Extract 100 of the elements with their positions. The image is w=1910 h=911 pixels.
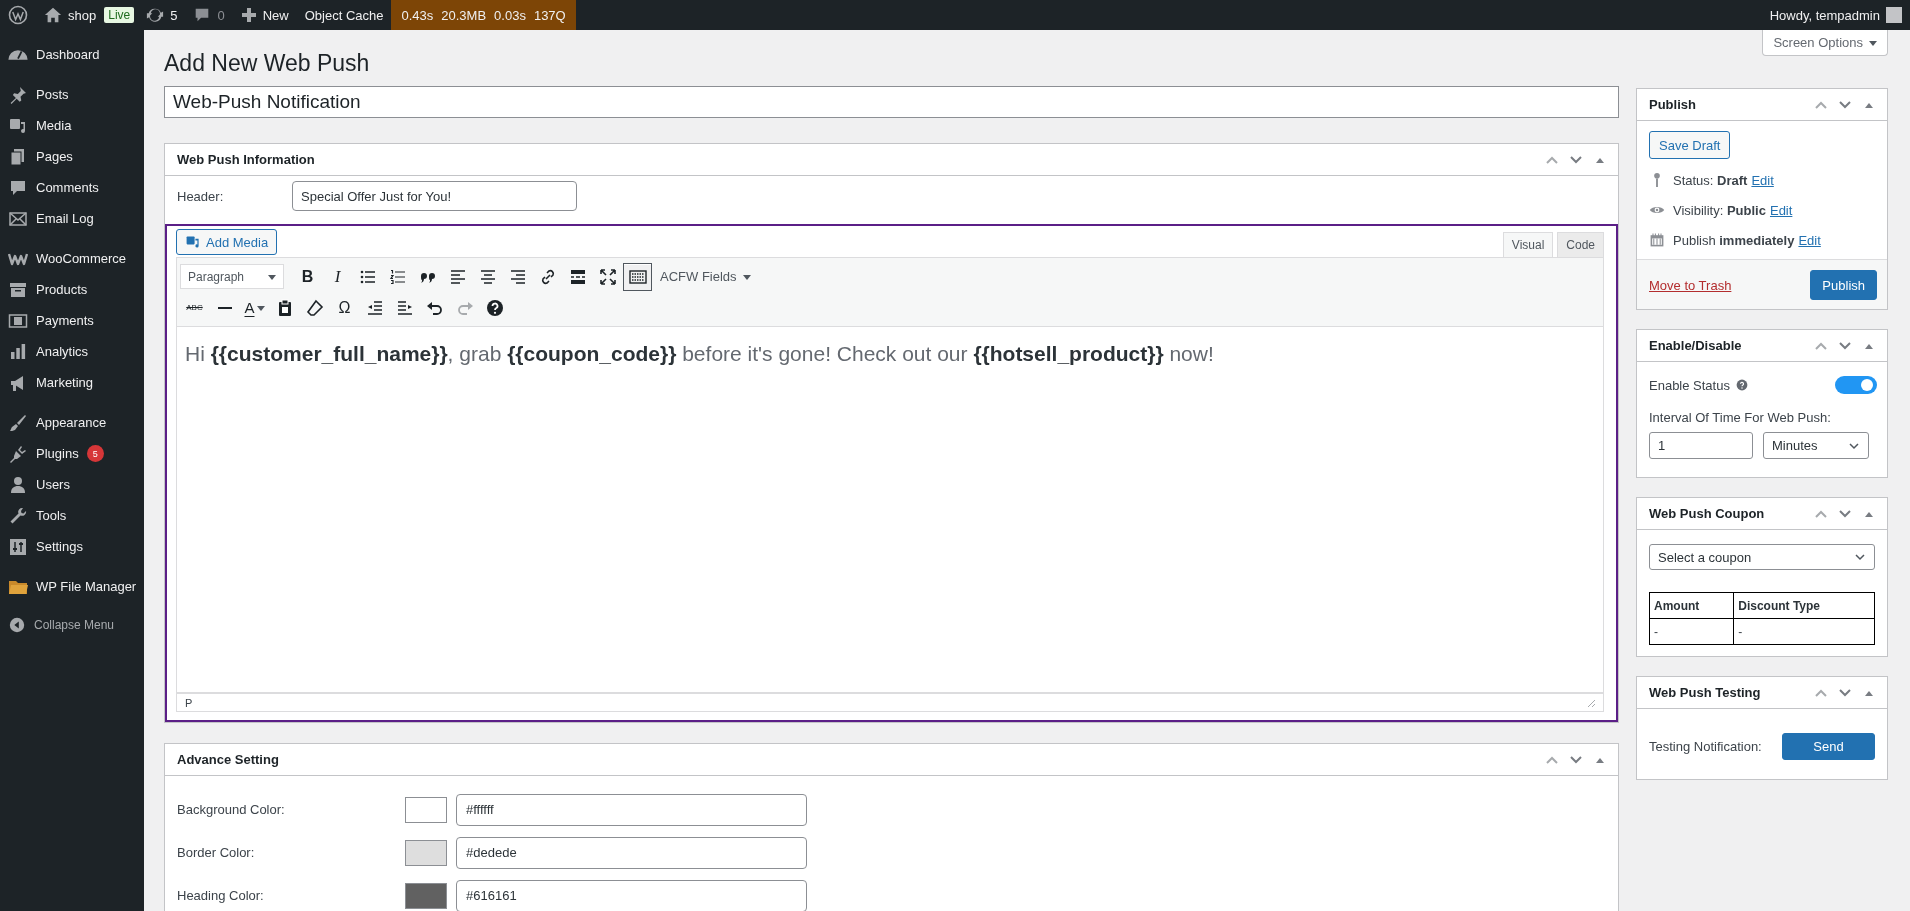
help-icon [484,297,505,318]
menu-item[interactable]: Marketing [0,367,144,398]
menu-item[interactable]: Tools [0,500,144,531]
box-title: Web Push Information [177,152,316,167]
add-media-button[interactable]: Add Media [176,229,278,255]
help-icon [1735,379,1748,391]
fields-menu-button[interactable]: ACFW Fields [653,262,758,291]
toggle-switch[interactable] [1835,376,1877,394]
header-field[interactable]: Special Offer Just for You! [292,181,577,211]
menu-item[interactable]: Settings [0,531,144,562]
format-button[interactable]: Ω [330,293,359,322]
bar-chart-icon [8,341,28,362]
menu-item[interactable]: Dashboard [0,39,144,70]
sliders-icon [8,536,28,557]
color-swatch[interactable] [405,796,447,823]
menu-item[interactable]: Analytics [0,336,144,367]
message-text: Hi {{customer_full_name}}, grab {{coupon_code}} before it's gone! Check out our {{hotsell_product}} now! [185,341,1215,367]
menu-item[interactable]: Products [0,274,144,305]
menu-item[interactable]: WP File Manager [0,571,144,602]
table-cell: - [1649,618,1734,645]
editor-tab[interactable]: Visual [1502,232,1554,257]
paintbrush-icon [8,412,28,433]
menu-item[interactable]: Media [0,110,144,141]
caret-down-icon [256,303,265,312]
plug-icon [8,443,28,464]
calendar-icon [1649,232,1665,248]
format-button[interactable]: B [293,262,322,291]
publish-button[interactable]: Publish [1810,270,1877,300]
home-icon [44,6,62,24]
query-monitor-stat: 20.3MB [441,7,487,23]
query-monitor-panel[interactable]: 0.43s 20.3MB 0.03s 137Q [391,0,576,30]
status-text: Visibility: Public [1673,202,1766,218]
edit-link[interactable]: Edit [1751,172,1774,188]
menu-item[interactable]: Appearance [0,407,144,438]
wordpress-logo-icon [8,5,28,25]
caret-down-icon [742,272,751,281]
edit-link[interactable]: Edit [1769,202,1793,218]
environment-badge: Live [104,7,135,23]
account-menu-link[interactable]: Howdy, tempadmin [1761,0,1910,30]
editor-content[interactable]: Hi {{customer_full_name}}, grab {{coupon_code}} before it's gone! Check out our {{hotsell_product}} now! [176,327,1604,693]
collapse-icon [8,616,26,634]
comments-link[interactable]: 0 [185,0,233,30]
field-label: Interval Of Time For Web Push: [1649,410,1831,425]
menu-item[interactable]: Posts [0,79,144,110]
color-field[interactable]: #ffffff [456,793,807,826]
format-select[interactable]: Paragraph [180,264,284,289]
site-name-link[interactable]: shop [36,0,105,30]
toolbar-button[interactable] [623,262,652,291]
screen-options-button[interactable]: Screen Options [1762,30,1888,56]
query-monitor-stat: 0.03s [494,7,526,23]
plus-icon [240,7,257,23]
query-monitor-stat: 0.43s [401,7,434,23]
unit-select[interactable]: Minutes [1763,432,1869,459]
fullscreen-icon [597,266,618,287]
format-button[interactable]: ABC [180,293,209,322]
format-button[interactable]: I [323,262,352,291]
new-content-link[interactable]: New [232,0,297,30]
menu-item[interactable]: Comments [0,172,144,203]
page-title: Add New Web Push [164,49,370,78]
chevron-down-icon [1854,551,1866,563]
updates-link[interactable]: 5 [138,0,186,30]
collapse-menu-button[interactable]: Collapse Menu [0,611,123,639]
menu-item[interactable]: Users [0,469,144,500]
query-monitor-stat: 137Q [533,7,566,23]
object-cache-link[interactable]: Object Cache [296,0,392,30]
color-field[interactable]: #616161 [456,879,807,911]
edit-link[interactable]: Edit [1798,232,1821,248]
field-label: Enable Status [1649,377,1730,393]
box-title: Enable/Disable [1649,338,1743,353]
caret-down-icon [268,272,276,281]
box-title: Web Push Testing [1649,685,1762,700]
menu-item[interactable]: Email Log [0,203,144,234]
coupon-select[interactable]: Select a coupon [1649,544,1875,570]
menu-item[interactable]: Plugins 5 [0,438,144,469]
status-text: Status: Draft [1673,172,1748,188]
menu-item[interactable]: Pages [0,141,144,172]
send-button[interactable]: Send [1782,733,1875,760]
color-field[interactable]: #dedede [456,836,807,869]
color-swatch[interactable] [405,839,447,866]
column-header: Amount [1649,592,1734,619]
status-text: Publish immediately [1673,232,1795,248]
box-title: Publish [1649,97,1697,112]
color-swatch[interactable] [405,882,447,909]
eraser-icon [304,297,325,318]
horizontal-line-icon [216,305,233,310]
menu-item[interactable]: WooCommerce [0,243,144,274]
save-draft-button[interactable]: Save Draft [1649,131,1731,159]
table-cell: - [1733,618,1875,645]
field-label: Border Color: [177,845,256,860]
pushpin-icon [8,84,28,105]
format-button[interactable]: A [240,293,269,322]
post-title-field[interactable]: Web-Push Notification [164,86,1619,118]
menu-item[interactable]: Payments [0,305,144,336]
interval-field[interactable]: 1 [1649,432,1753,459]
field-label: Header: [177,188,225,204]
column-header: Discount Type [1733,592,1875,619]
count-badge: 5 [86,445,104,462]
move-to-trash-link[interactable]: Move to Trash [1649,277,1732,293]
pin-icon [1653,172,1661,188]
editor-tab[interactable]: Code [1557,232,1604,257]
